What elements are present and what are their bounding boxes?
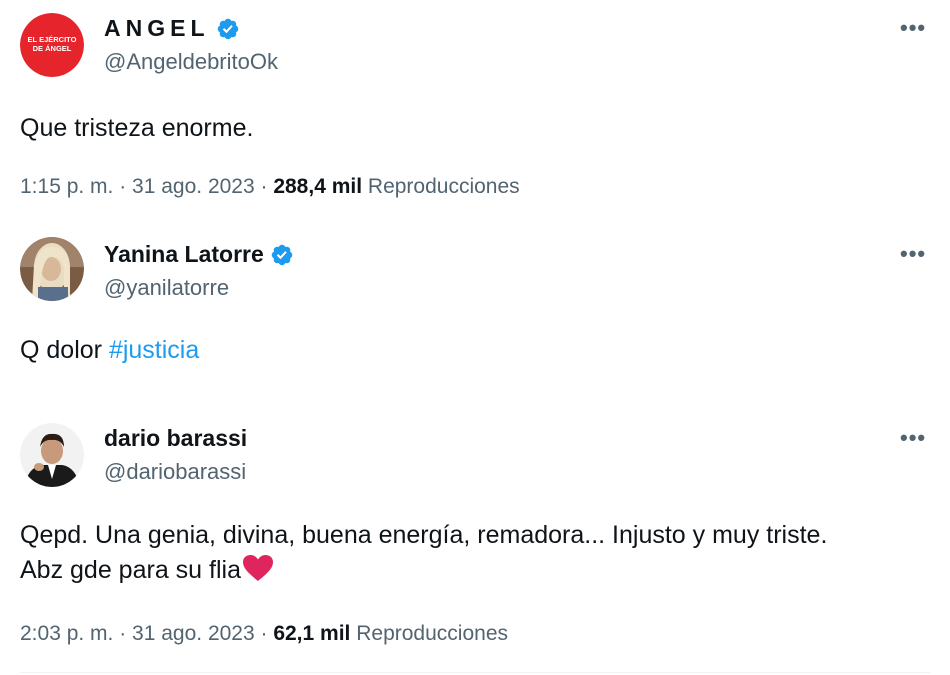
handle[interactable]: @yanilatorre bbox=[104, 275, 229, 301]
verified-badge-icon bbox=[271, 244, 293, 265]
views-label: Reproducciones bbox=[367, 175, 520, 198]
name-row: Yanina Latorre bbox=[104, 241, 294, 268]
tweet-text: Q dolor #justicia bbox=[20, 333, 199, 368]
tweet-text-line2: Abz gde para su flia bbox=[20, 556, 241, 584]
avatar[interactable]: EL EJÉRCITO DE ÁNGEL bbox=[20, 13, 84, 77]
name-row: ANGEL bbox=[104, 15, 240, 42]
svg-text:DE ÁNGEL: DE ÁNGEL bbox=[33, 44, 72, 53]
tweet-text-prefix: Q dolor bbox=[20, 336, 109, 364]
hashtag-link[interactable]: #justicia bbox=[109, 336, 199, 364]
name-row: dario barassi bbox=[104, 425, 247, 452]
tweet-meta: 1:15 p. m. · 31 ago. 2023 · 288,4 mil Re… bbox=[20, 175, 520, 199]
tweet-text: Qepd. Una genia, divina, buena energía, … bbox=[20, 518, 827, 588]
verified-badge-icon bbox=[217, 18, 238, 39]
display-name[interactable]: Yanina Latorre bbox=[104, 241, 264, 268]
views-count: 62,1 mil bbox=[273, 622, 351, 645]
profile-photo-icon bbox=[20, 237, 84, 301]
handle[interactable]: @AngeldebritoOk bbox=[104, 49, 278, 75]
tweet-text-line: Abz gde para su flia bbox=[20, 553, 827, 588]
tweet-text: Que tristeza enorme. bbox=[20, 114, 254, 142]
handle[interactable]: @dariobarassi bbox=[104, 459, 246, 485]
views-count: 288,4 mil bbox=[273, 175, 363, 198]
more-options-icon[interactable]: ••• bbox=[900, 243, 926, 265]
profile-photo-icon bbox=[20, 423, 84, 487]
tweet-text-line: Qepd. Una genia, divina, buena energía, … bbox=[20, 521, 828, 549]
display-name[interactable]: dario barassi bbox=[104, 425, 247, 452]
divider bbox=[20, 672, 930, 673]
views-label: Reproducciones bbox=[356, 622, 508, 645]
tweet-meta: 2:03 p. m. · 31 ago. 2023 · 62,1 mil Rep… bbox=[20, 622, 508, 646]
red-heart-icon bbox=[242, 555, 273, 581]
more-options-icon[interactable]: ••• bbox=[900, 427, 926, 449]
timestamp[interactable]: 2:03 p. m. · 31 ago. 2023 · bbox=[20, 622, 273, 645]
more-options-icon[interactable]: ••• bbox=[900, 17, 926, 39]
avatar[interactable] bbox=[20, 423, 84, 487]
timestamp[interactable]: 1:15 p. m. · 31 ago. 2023 · bbox=[20, 175, 273, 198]
avatar-logo: EL EJÉRCITO DE ÁNGEL bbox=[20, 13, 84, 77]
display-name[interactable]: ANGEL bbox=[104, 15, 210, 42]
svg-text:EL EJÉRCITO: EL EJÉRCITO bbox=[28, 35, 77, 44]
avatar[interactable] bbox=[20, 237, 84, 301]
